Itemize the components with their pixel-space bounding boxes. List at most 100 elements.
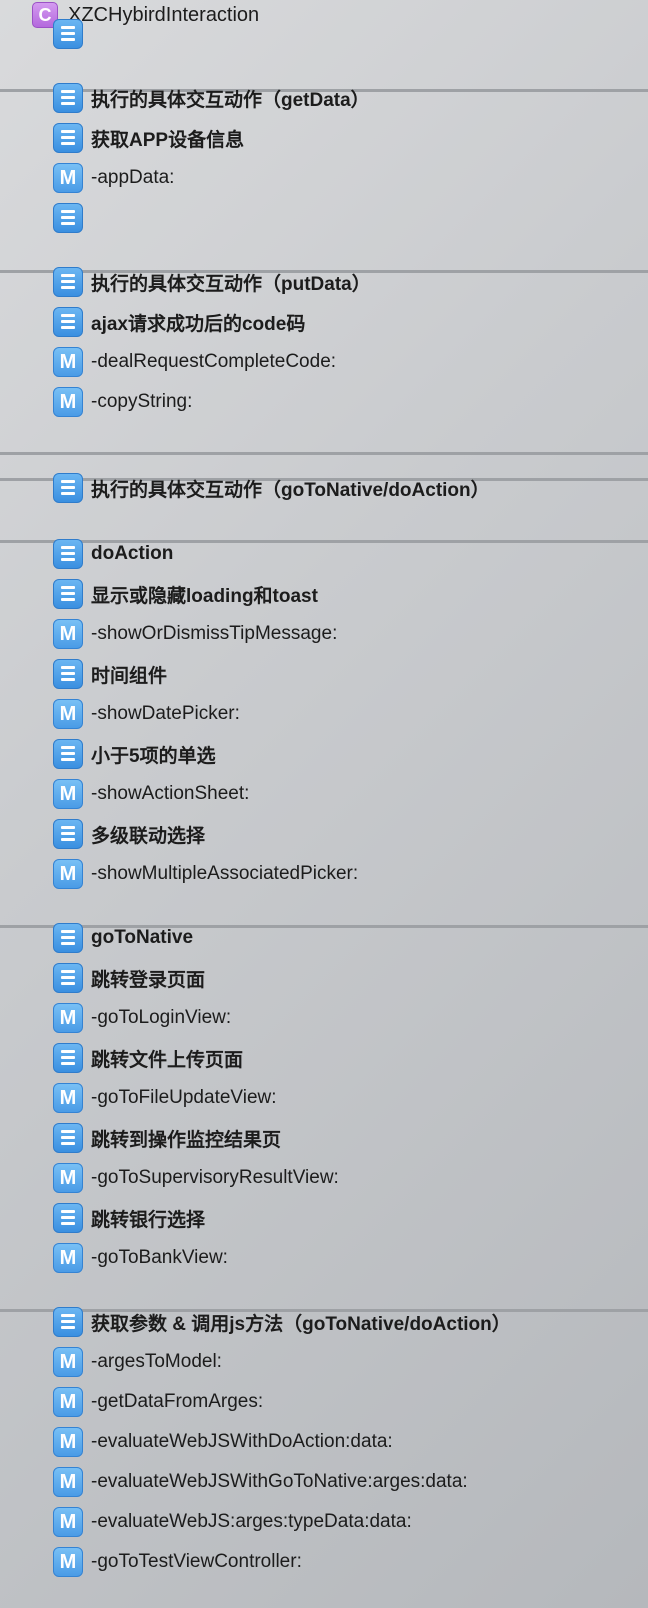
method-row[interactable]: M -showMultipleAssociatedPicker: bbox=[0, 854, 648, 894]
method-icon: M bbox=[53, 1427, 83, 1457]
mark-label: 执行的具体交互动作（getData） bbox=[91, 89, 370, 111]
mark-row[interactable]: 执行的具体交互动作（putData） bbox=[0, 262, 648, 302]
mark-row[interactable] bbox=[0, 14, 648, 54]
mark-row[interactable]: 多级联动选择 bbox=[0, 814, 648, 854]
pragma-mark-icon bbox=[53, 659, 83, 689]
method-row[interactable]: M -copyString: bbox=[0, 382, 648, 422]
method-icon: M bbox=[53, 779, 83, 809]
method-label: -showMultipleAssociatedPicker: bbox=[91, 863, 359, 884]
pragma-mark-icon bbox=[53, 19, 83, 49]
pragma-mark-icon bbox=[53, 267, 83, 297]
method-label: -appData: bbox=[91, 167, 175, 188]
method-row[interactable]: M -appData: bbox=[0, 158, 648, 198]
mark-label: 获取APP设备信息 bbox=[91, 129, 245, 151]
method-row[interactable]: M -showOrDismissTipMessage: bbox=[0, 614, 648, 654]
method-icon: M bbox=[53, 859, 83, 889]
mark-row[interactable]: 执行的具体交互动作（getData） bbox=[0, 78, 648, 118]
method-label: -goToBankView: bbox=[91, 1247, 228, 1268]
mark-label: 执行的具体交互动作（putData） bbox=[91, 273, 371, 295]
method-row[interactable]: M -goToSupervisoryResultView: bbox=[0, 1158, 648, 1198]
mark-row[interactable]: 获取APP设备信息 bbox=[0, 118, 648, 158]
mark-row[interactable]: 时间组件 bbox=[0, 654, 648, 694]
method-row[interactable]: M -dealRequestCompleteCode: bbox=[0, 342, 648, 382]
method-row[interactable]: M -getDataFromArges: bbox=[0, 1382, 648, 1422]
method-row[interactable]: M -goToTestViewController: bbox=[0, 1542, 648, 1582]
method-icon: M bbox=[53, 163, 83, 193]
method-icon: M bbox=[53, 1387, 83, 1417]
pragma-mark-icon bbox=[53, 963, 83, 993]
mark-row[interactable]: ajax请求成功后的code码 bbox=[0, 302, 648, 342]
mark-row[interactable]: 小于5项的单选 bbox=[0, 734, 648, 774]
mark-label: 跳转到操作监控结果页 bbox=[91, 1129, 282, 1151]
pragma-mark-icon bbox=[53, 123, 83, 153]
method-icon: M bbox=[53, 619, 83, 649]
pragma-mark-icon bbox=[53, 473, 83, 503]
method-icon: M bbox=[53, 1243, 83, 1273]
mark-label: 跳转文件上传页面 bbox=[91, 1049, 244, 1071]
mark-label: 显示或隐藏loading和toast bbox=[91, 585, 318, 607]
section-divider bbox=[0, 452, 648, 455]
pragma-mark-icon bbox=[53, 739, 83, 769]
method-icon: M bbox=[53, 1547, 83, 1577]
symbol-navigator-menu: C XZCHybirdInteraction 执行的具体交互动作（getData… bbox=[0, 0, 648, 1608]
method-row[interactable]: M -goToLoginView: bbox=[0, 998, 648, 1038]
method-label: -goToLoginView: bbox=[91, 1007, 232, 1028]
pragma-mark-icon bbox=[53, 819, 83, 849]
method-icon: M bbox=[53, 699, 83, 729]
method-label: -showActionSheet: bbox=[91, 783, 250, 804]
method-label: -evaluateWebJSWithGoToNative:arges:data: bbox=[91, 1471, 468, 1492]
method-label: -copyString: bbox=[91, 391, 193, 412]
method-row[interactable]: M -evaluateWebJSWithDoAction:data: bbox=[0, 1422, 648, 1462]
method-label: -evaluateWebJS:arges:typeData:data: bbox=[91, 1511, 412, 1532]
method-icon: M bbox=[53, 387, 83, 417]
method-label: -goToFileUpdateView: bbox=[91, 1087, 277, 1108]
mark-label: ajax请求成功后的code码 bbox=[91, 313, 306, 335]
method-row[interactable]: M -evaluateWebJS:arges:typeData:data: bbox=[0, 1502, 648, 1542]
mark-label: 时间组件 bbox=[91, 665, 168, 687]
pragma-mark-icon bbox=[53, 579, 83, 609]
method-label: -goToSupervisoryResultView: bbox=[91, 1167, 339, 1188]
method-row[interactable]: M -showDatePicker: bbox=[0, 694, 648, 734]
method-row[interactable]: M -argesToModel: bbox=[0, 1342, 648, 1382]
method-label: -getDataFromArges: bbox=[91, 1391, 264, 1412]
method-icon: M bbox=[53, 1083, 83, 1113]
pragma-mark-icon bbox=[53, 1123, 83, 1153]
mark-label: 执行的具体交互动作（goToNative/doAction） bbox=[91, 479, 490, 501]
mark-row[interactable]: 跳转银行选择 bbox=[0, 1198, 648, 1238]
method-label: -showDatePicker: bbox=[91, 703, 240, 724]
mark-row[interactable]: doAction bbox=[0, 534, 648, 574]
mark-row[interactable]: 跳转文件上传页面 bbox=[0, 1038, 648, 1078]
method-row[interactable]: M -goToBankView: bbox=[0, 1238, 648, 1278]
mark-row[interactable]: goToNative bbox=[0, 918, 648, 958]
pragma-mark-icon bbox=[53, 203, 83, 233]
mark-row[interactable]: 显示或隐藏loading和toast bbox=[0, 574, 648, 614]
mark-label: 获取参数 & 调用js方法（goToNative/doAction） bbox=[91, 1313, 511, 1335]
pragma-mark-icon bbox=[53, 539, 83, 569]
method-row[interactable]: M -evaluateWebJSWithGoToNative:arges:data… bbox=[0, 1462, 648, 1502]
method-label: -evaluateWebJSWithDoAction:data: bbox=[91, 1431, 393, 1452]
mark-row[interactable]: 获取参数 & 调用js方法（goToNative/doAction） bbox=[0, 1302, 648, 1342]
pragma-mark-icon bbox=[53, 1043, 83, 1073]
mark-label: 多级联动选择 bbox=[91, 825, 206, 847]
mark-row[interactable] bbox=[0, 198, 648, 238]
method-row[interactable]: M -goToFileUpdateView: bbox=[0, 1078, 648, 1118]
method-label: -showOrDismissTipMessage: bbox=[91, 623, 338, 644]
mark-label: 跳转登录页面 bbox=[91, 969, 206, 991]
method-label: -goToTestViewController: bbox=[91, 1551, 302, 1572]
method-label: -argesToModel: bbox=[91, 1351, 222, 1372]
method-icon: M bbox=[53, 347, 83, 377]
pragma-mark-icon bbox=[53, 83, 83, 113]
mark-row[interactable]: 执行的具体交互动作（goToNative/doAction） bbox=[0, 468, 648, 508]
method-row[interactable]: M -showActionSheet: bbox=[0, 774, 648, 814]
method-icon: M bbox=[53, 1507, 83, 1537]
pragma-mark-icon bbox=[53, 307, 83, 337]
mark-row[interactable]: 跳转登录页面 bbox=[0, 958, 648, 998]
method-icon: M bbox=[53, 1347, 83, 1377]
mark-label: 小于5项的单选 bbox=[91, 745, 216, 767]
method-icon: M bbox=[53, 1003, 83, 1033]
method-label: -dealRequestCompleteCode: bbox=[91, 351, 337, 372]
mark-label: doAction bbox=[91, 543, 174, 564]
mark-row[interactable]: 跳转到操作监控结果页 bbox=[0, 1118, 648, 1158]
mark-label: goToNative bbox=[91, 927, 194, 948]
pragma-mark-icon bbox=[53, 1307, 83, 1337]
